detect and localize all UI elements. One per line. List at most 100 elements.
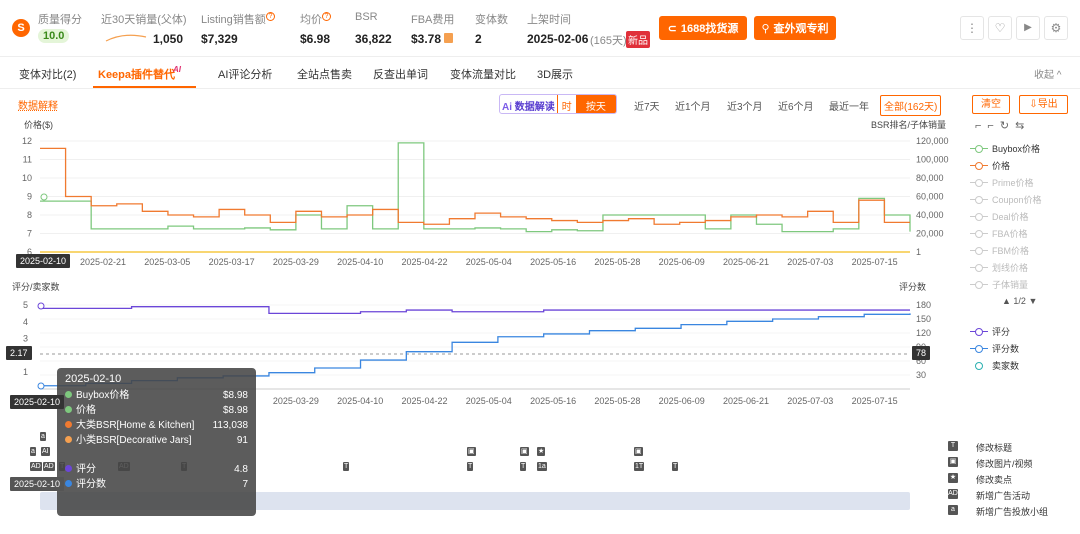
legend-item[interactable]: 卖家数 <box>970 359 1019 372</box>
y-axis-title: 价格($) <box>24 119 53 130</box>
series-line-rating <box>40 306 910 315</box>
sales-value: 1,050 <box>153 32 184 46</box>
tab-variant-traffic[interactable]: 变体流量对比 <box>450 66 516 82</box>
tab-reverse-keywords[interactable]: 反查出单词 <box>373 66 428 82</box>
range-7d[interactable]: 近7天 <box>634 98 660 113</box>
legend-label: Deal价格 <box>992 212 1029 222</box>
calculator-icon[interactable] <box>444 33 453 43</box>
event-marker[interactable]: ▣ <box>634 447 643 456</box>
event-type-label: 修改图片/视频 <box>976 459 1033 469</box>
legend-item[interactable]: Buybox价格 <box>970 142 1040 155</box>
data-explain-link[interactable]: 数据解释 <box>18 97 58 112</box>
link-icon: ⊂ <box>667 22 677 35</box>
export-label: 导出 <box>1037 99 1058 110</box>
launch-days: (165天) <box>590 35 627 47</box>
tooltip-value: $8.98 <box>222 390 248 401</box>
legend-label: FBA价格 <box>992 229 1028 239</box>
range-1y[interactable]: 最近一年 <box>829 98 869 113</box>
help-icon[interactable]: ? <box>322 12 331 21</box>
legend-pager[interactable]: ▲ 1/2 ▼ <box>1002 296 1037 306</box>
event-type-icon: ▣ <box>948 457 958 467</box>
collapse-button[interactable]: 收起 ^ <box>1034 66 1061 81</box>
legend-item[interactable]: 评分数 <box>970 342 1019 355</box>
event-marker[interactable]: T <box>520 462 527 471</box>
hover-point <box>37 302 45 310</box>
legend-item[interactable]: FBM价格 <box>970 244 1029 257</box>
tab-all-sites[interactable]: 全站点售卖 <box>297 66 352 82</box>
video-icon[interactable]: ▶ <box>1016 16 1040 40</box>
variants-value: 2 <box>475 32 482 46</box>
range-6m[interactable]: 近6个月 <box>778 98 814 113</box>
range-3m[interactable]: 近3个月 <box>727 98 763 113</box>
gear-icon[interactable]: ⚙ <box>1044 16 1068 40</box>
event-type-icon: AD <box>948 489 958 499</box>
x-tick-label: 2025-05-16 <box>530 257 576 267</box>
series-dot-icon <box>65 391 72 398</box>
download-icon: ⇩ <box>1029 99 1038 110</box>
legend-label: 评分数 <box>992 344 1020 354</box>
tooltip-row: 大类BSR[Home & Kitchen] 113,038 <box>65 418 248 433</box>
tab-keepa[interactable]: Keepa插件替代 <box>98 66 175 82</box>
legend-item[interactable]: 评分 <box>970 325 1010 338</box>
check-patent-button[interactable]: ⚲ 查外观专利 <box>754 16 836 40</box>
listing-value: $7,329 <box>201 32 238 46</box>
legend-item[interactable]: 划线价格 <box>970 261 1028 274</box>
event-marker[interactable]: T <box>467 462 474 471</box>
tab-3d[interactable]: 3D展示 <box>537 66 573 82</box>
chart-tool-icons[interactable]: ⌐⌐↻⇆ <box>975 119 1030 132</box>
event-marker[interactable]: a <box>40 432 46 441</box>
tooltip-row: 评分 4.8 <box>65 462 248 477</box>
hover-point <box>37 382 45 390</box>
event-marker[interactable]: AI <box>41 447 50 456</box>
hour-toggle[interactable]: 时 <box>556 95 576 113</box>
new-badge: 新品 <box>626 31 650 48</box>
event-marker[interactable]: a <box>30 447 36 456</box>
legend-item[interactable]: Deal价格 <box>970 210 1029 223</box>
sales-sparkline <box>105 34 147 42</box>
x-tick-label: 2025-07-15 <box>852 257 898 267</box>
ai-interpret-button[interactable]: Ai 数据解读 <box>500 95 557 113</box>
y-tick-label: 8 <box>27 210 32 220</box>
event-marker[interactable]: AD <box>43 462 55 471</box>
legend-item[interactable]: 子体销量 <box>970 278 1028 291</box>
event-marker[interactable]: 1T <box>634 462 645 471</box>
clear-button[interactable]: 清空 <box>972 95 1010 114</box>
export-button[interactable]: ⇩导出 <box>1019 95 1068 114</box>
legend-item[interactable]: Prime价格 <box>970 176 1034 189</box>
y-tick-label: 11 <box>23 155 32 165</box>
legend-marker-icon <box>970 280 988 289</box>
day-toggle[interactable]: 按天 <box>575 95 616 113</box>
legend-item[interactable]: 价格 <box>970 159 1010 172</box>
legend-marker-icon <box>970 195 988 204</box>
legend-marker-icon <box>970 144 988 153</box>
y-tick-label: 7 <box>27 229 32 239</box>
range-1m[interactable]: 近1个月 <box>675 98 711 113</box>
tooltip-value: 91 <box>236 435 248 446</box>
tooltip-row: 价格 $8.98 <box>65 403 248 418</box>
heart-icon[interactable]: ♡ <box>988 16 1012 40</box>
more-icon[interactable]: ⋮ <box>960 16 984 40</box>
x-tick-label: 2025-03-05 <box>144 257 190 267</box>
legend-item[interactable]: Coupon价格 <box>970 193 1042 206</box>
event-marker[interactable]: AD <box>30 462 42 471</box>
event-marker[interactable]: 1a <box>537 462 547 471</box>
quality-score: 10.0 <box>38 29 70 43</box>
date-flag: 2025-02-10 <box>10 395 65 409</box>
help-icon[interactable]: ? <box>266 12 275 21</box>
event-marker[interactable]: ★ <box>537 447 546 456</box>
tab-ai-review[interactable]: AI评论分析 <box>218 66 272 82</box>
tab-variant-compare[interactable]: 变体对比(2) <box>19 66 76 82</box>
x-tick-label-2: 2025-07-03 <box>787 396 833 406</box>
event-type-icon: ★ <box>948 473 958 483</box>
y-tick-label: 10 <box>22 173 32 183</box>
event-marker[interactable]: T <box>343 462 350 471</box>
range-all[interactable]: 全部(162天) <box>880 95 942 116</box>
event-marker[interactable]: T <box>672 462 679 471</box>
event-marker[interactable]: ▣ <box>520 447 529 456</box>
event-marker[interactable]: ▣ <box>467 447 476 456</box>
y2-tick-label: 100,000 <box>916 155 949 165</box>
tooltip-label: 评分数 <box>76 479 106 490</box>
legend-item[interactable]: FBA价格 <box>970 227 1028 240</box>
find-source-button[interactable]: ⊂ 1688找货源 <box>659 16 747 40</box>
series-dot-icon <box>65 406 72 413</box>
